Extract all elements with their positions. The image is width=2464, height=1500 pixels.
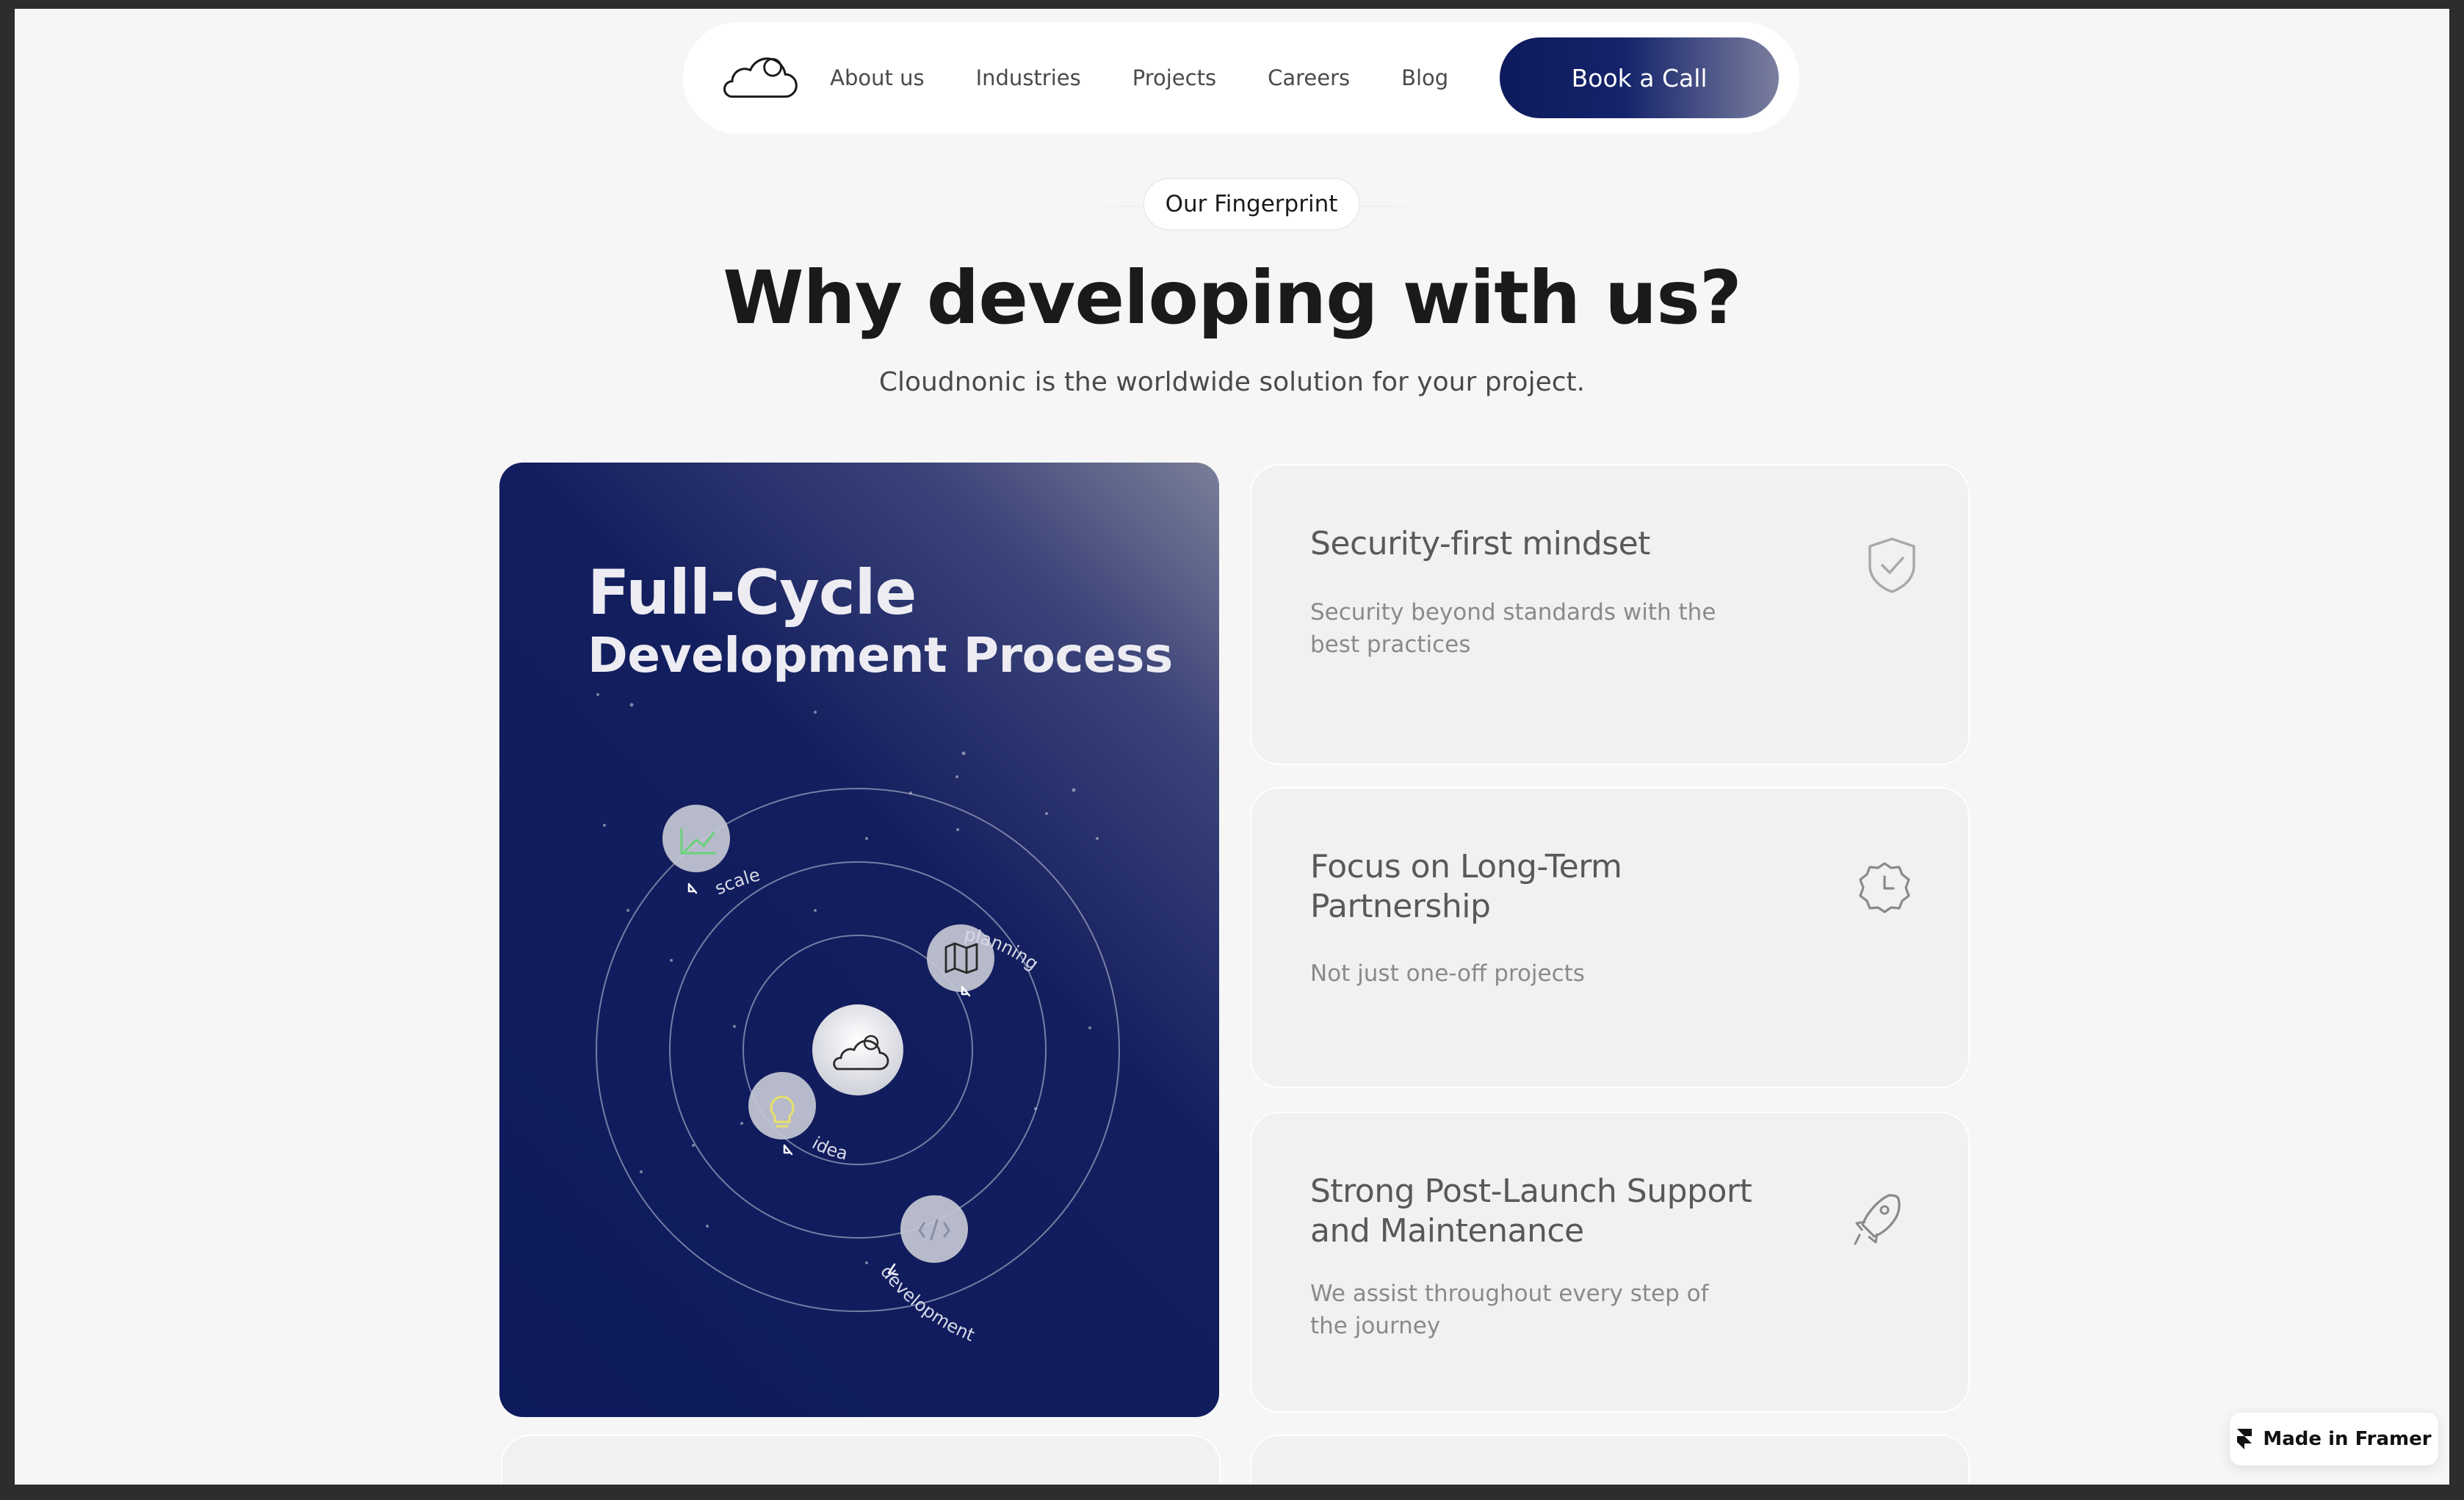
feature-card-peek	[501, 1435, 1221, 1485]
nav-link-industries[interactable]: Industries	[976, 65, 1081, 90]
top-nav: About us Industries Projects Careers Blo…	[683, 22, 1799, 134]
eyebrow-group: Our Fingerprint	[1072, 178, 1439, 233]
badge-clock-icon	[1859, 862, 1910, 913]
orbit-diagram: scale planning idea development	[596, 693, 1120, 1346]
section-subtitle: Cloudnonic is the worldwide solution for…	[878, 367, 1586, 397]
step-label-scale: scale	[712, 864, 762, 899]
feature-title: Security-first mindset	[1310, 525, 1650, 562]
section-title: Why developing with us?	[723, 255, 1742, 341]
feature-title: Focus on Long-Term Partnership	[1310, 848, 1622, 925]
framer-icon	[2237, 1429, 2252, 1449]
full-cycle-card: Full-Cycle Development Process scale pla…	[499, 463, 1219, 1417]
step-label-idea: idea	[809, 1133, 850, 1164]
eyebrow-pill: Our Fingerprint	[1143, 178, 1360, 231]
feature-card-security[interactable]: Security-first mindset Security beyond s…	[1250, 464, 1970, 765]
feature-title: Strong Post-Launch Support and Maintenan…	[1310, 1173, 1752, 1250]
book-call-button[interactable]: Book a Call	[1500, 37, 1779, 118]
feature-desc: Not just one-off projects	[1310, 960, 1585, 987]
step-label-development: development	[876, 1261, 978, 1345]
star-field	[596, 693, 1099, 1264]
page: About us Industries Projects Careers Blo…	[15, 9, 2449, 1485]
feature-card-partnership[interactable]: Focus on Long-Term Partnership Not just …	[1250, 787, 1970, 1088]
idea-node[interactable]	[748, 1072, 816, 1156]
development-node[interactable]	[887, 1195, 968, 1276]
feature-desc: Security beyond standards with the best …	[1310, 599, 1716, 658]
rocket-icon	[1854, 1194, 1901, 1245]
nav-link-careers[interactable]: Careers	[1268, 65, 1350, 90]
nav-link-projects[interactable]: Projects	[1132, 65, 1216, 90]
cloud-icon	[812, 1004, 903, 1095]
cloud-logo-icon[interactable]	[718, 52, 799, 104]
nav-link-blog[interactable]: Blog	[1401, 65, 1448, 90]
nav-link-about[interactable]: About us	[830, 65, 924, 90]
badge-label: Made in Framer	[2263, 1428, 2432, 1450]
feature-card-peek	[1250, 1435, 1970, 1485]
feature-card-support[interactable]: Strong Post-Launch Support and Maintenan…	[1250, 1112, 1970, 1413]
made-in-framer-badge[interactable]: Made in Framer	[2230, 1413, 2438, 1465]
feature-desc: We assist throughout every step of the j…	[1310, 1280, 1709, 1339]
shield-check-icon	[1868, 537, 1915, 593]
